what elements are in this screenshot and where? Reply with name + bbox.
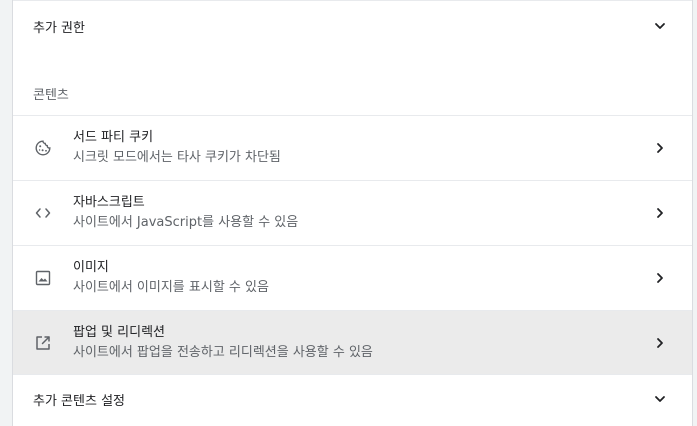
item-subtitle: 사이트에서 JavaScript를 사용할 수 있음 <box>73 215 299 230</box>
chevron-down-icon[interactable] <box>648 387 672 411</box>
more-content-settings-row[interactable]: 추가 콘텐츠 설정 <box>13 375 692 423</box>
more-permissions-row[interactable]: 추가 권한 <box>13 2 692 50</box>
more-permissions-label: 추가 권한 <box>33 20 85 36</box>
image-icon <box>33 268 53 288</box>
chevron-down-icon[interactable] <box>648 14 672 38</box>
chevron-right-icon <box>648 266 672 290</box>
item-title: 이미지 <box>73 260 109 275</box>
more-content-settings-label: 추가 콘텐츠 설정 <box>33 393 125 409</box>
sidebar-item-popups-redirects[interactable]: 팝업 및 리디렉션 사이트에서 팝업을 전송하고 리디렉션을 사용할 수 있음 <box>13 310 692 375</box>
divider <box>13 0 692 1</box>
cookie-icon <box>33 138 53 158</box>
content-settings-card: 추가 권한 콘텐츠 서드 파티 쿠키 시크릿 모드에서는 타사 쿠키가 차단됨 <box>12 0 693 426</box>
item-title: 자바스크립트 <box>73 195 145 210</box>
item-subtitle: 사이트에서 팝업을 전송하고 리디렉션을 사용할 수 있음 <box>73 345 373 360</box>
item-subtitle: 시크릿 모드에서는 타사 쿠키가 차단됨 <box>73 150 281 165</box>
chevron-right-icon <box>648 136 672 160</box>
chevron-right-icon <box>648 331 672 355</box>
open-in-new-icon <box>33 333 53 353</box>
sidebar-item-third-party-cookies[interactable]: 서드 파티 쿠키 시크릿 모드에서는 타사 쿠키가 차단됨 <box>13 115 692 180</box>
chevron-right-icon <box>648 201 672 225</box>
code-icon <box>33 203 53 223</box>
sidebar-item-javascript[interactable]: 자바스크립트 사이트에서 JavaScript를 사용할 수 있음 <box>13 180 692 245</box>
item-title: 서드 파티 쿠키 <box>73 130 154 145</box>
sidebar-item-images[interactable]: 이미지 사이트에서 이미지를 표시할 수 있음 <box>13 245 692 310</box>
content-section-title: 콘텐츠 <box>33 88 69 103</box>
item-subtitle: 사이트에서 이미지를 표시할 수 있음 <box>73 280 269 295</box>
item-title: 팝업 및 리디렉션 <box>73 325 165 340</box>
